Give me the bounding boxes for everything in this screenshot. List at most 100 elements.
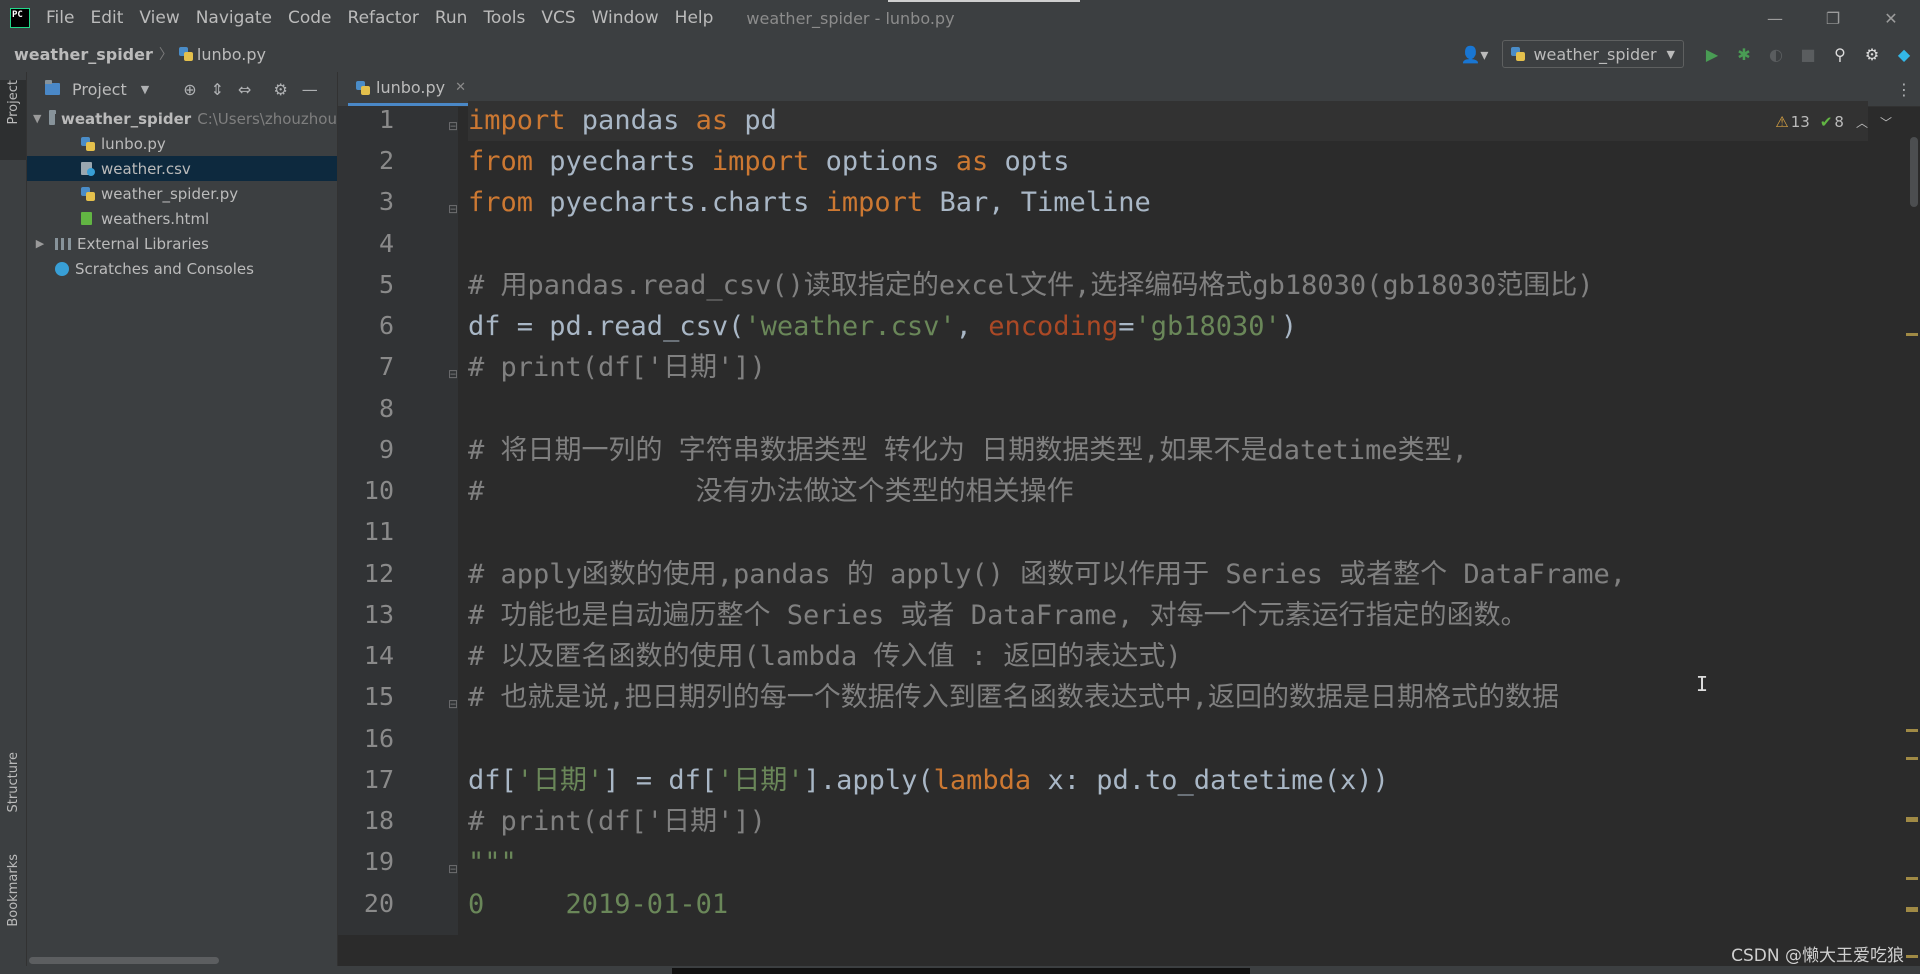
status-bar-segment	[672, 968, 1250, 974]
code-line-6: df = pd.read_csv('weather.csv', encoding…	[468, 307, 1297, 347]
tree-file-label: lunbo.py	[101, 134, 166, 153]
fold-marker-icon[interactable]: ⊟	[448, 697, 458, 711]
more-options-icon[interactable]: ⋮	[1896, 80, 1912, 99]
code-editor[interactable]: 1 2 3 4 5 6 7 8 9 10 11 12 13 14 15 16 1…	[338, 101, 1920, 974]
collapsed-arrow-icon[interactable]: ▶	[33, 237, 47, 250]
tool-tab-structure-label: Structure	[5, 752, 21, 813]
account-icon[interactable]: 👤▾	[1460, 45, 1488, 64]
code-token: '日期'	[516, 765, 604, 796]
tree-file-lunbo-py[interactable]: lunbo.py	[27, 131, 337, 156]
code-token: import	[468, 105, 566, 136]
tree-file-weather-csv[interactable]: weather.csv	[27, 156, 337, 181]
python-file-icon	[81, 186, 95, 201]
hide-panel-icon[interactable]: —	[302, 80, 318, 99]
project-view-icon	[45, 80, 60, 95]
pycharm-logo-icon[interactable]	[10, 8, 30, 28]
title-progress-indicator	[888, 0, 1080, 2]
fold-marker-icon[interactable]: ⊟	[448, 119, 458, 133]
tree-file-weathers-html[interactable]: weathers.html	[27, 206, 337, 231]
locate-file-icon[interactable]: ⊕	[183, 80, 196, 99]
stop-icon[interactable]: ■	[1792, 36, 1824, 72]
tree-file-weather-spider-py[interactable]: weather_spider.py	[27, 181, 337, 206]
run-icon[interactable]: ▶	[1696, 36, 1728, 72]
python-file-icon	[81, 136, 95, 151]
fold-marker-icon[interactable]: ⊟	[448, 367, 458, 381]
mouse-text-cursor-icon: I	[1696, 672, 1709, 696]
code-token: options	[809, 146, 956, 177]
inspection-widget[interactable]: ⚠ 13 ✔ 8 ︿ ﹀	[1775, 113, 1892, 131]
menu-vcs[interactable]: VCS	[533, 8, 583, 28]
breadcrumb-project[interactable]: weather_spider	[14, 45, 153, 64]
tool-tab-bookmarks[interactable]: Bookmarks	[0, 854, 26, 964]
code-area[interactable]: import pandas as pd from pyecharts impor…	[468, 101, 1868, 935]
editor-vertical-scrollbar[interactable]	[1910, 137, 1918, 207]
code-line-1: import pandas as pd	[468, 101, 1868, 141]
tree-scratches[interactable]: Scratches and Consoles	[27, 256, 337, 281]
line-number: 7	[378, 352, 394, 381]
code-line-5: # 用pandas.read_csv()读取指定的excel文件,选择编码格式g…	[468, 270, 1594, 301]
tab-close-icon[interactable]: ✕	[455, 80, 466, 95]
code-line-10: # 没有办法做这个类型的相关操作	[468, 476, 1074, 507]
expanded-arrow-icon[interactable]: ▼	[33, 112, 41, 125]
code-token: pyecharts.charts	[533, 187, 826, 218]
weak-warning-count: 8	[1834, 113, 1844, 131]
jetbrains-toolbox-icon[interactable]: ◆	[1888, 36, 1920, 72]
menu-navigate[interactable]: Navigate	[188, 8, 280, 28]
tree-file-label: weathers.html	[101, 209, 210, 228]
code-token: pyecharts	[533, 146, 712, 177]
error-stripe-mark[interactable]	[1906, 955, 1918, 958]
error-stripe-mark[interactable]	[1906, 819, 1918, 822]
code-line-17: df['日期'] = df['日期'].apply(lambda x: pd.t…	[468, 761, 1389, 801]
menu-help[interactable]: Help	[667, 8, 722, 28]
coverage-icon[interactable]: ◐	[1760, 36, 1792, 72]
menu-code[interactable]: Code	[280, 8, 340, 28]
menu-view[interactable]: View	[131, 8, 187, 28]
line-number: 11	[363, 517, 394, 546]
editor-tab-lunbo-py[interactable]: lunbo.py ✕	[348, 72, 475, 106]
code-line-2: from pyecharts import options as opts	[468, 142, 1070, 182]
collapse-all-icon[interactable]: ⇔	[238, 80, 251, 99]
line-number: 2	[378, 146, 394, 175]
project-panel-header: Project ▼ ⊕ ⇕ ⇔ ⚙ —	[27, 72, 337, 106]
chevron-down-icon: ▼	[1666, 47, 1675, 61]
project-view-selector[interactable]: Project	[72, 80, 127, 99]
debug-icon[interactable]: ✱	[1728, 36, 1760, 72]
fold-marker-icon[interactable]: ⊟	[448, 202, 458, 216]
csdn-watermark: CSDN @懒大王爱吃狼	[1731, 946, 1904, 966]
tree-external-libraries[interactable]: ▶ External Libraries	[27, 231, 337, 256]
scratches-icon	[55, 261, 69, 276]
project-panel-horizontal-scrollbar[interactable]	[29, 957, 219, 964]
expand-all-icon[interactable]: ⇕	[211, 80, 224, 99]
settings-gear-icon[interactable]: ⚙	[1856, 36, 1888, 72]
line-number: 9	[378, 435, 394, 464]
menu-window[interactable]: Window	[584, 8, 667, 28]
menu-refactor[interactable]: Refactor	[340, 8, 427, 28]
tree-root-project[interactable]: ▼ weather_spider C:\Users\zhouzhou	[27, 106, 337, 131]
line-number: 5	[378, 270, 394, 299]
menu-tools[interactable]: Tools	[475, 8, 533, 28]
menu-edit[interactable]: Edit	[82, 8, 131, 28]
previous-highlight-chevron-up-icon[interactable]: ︿	[1856, 114, 1868, 131]
tool-tab-project[interactable]: Project	[0, 80, 26, 160]
run-configuration-selector[interactable]: weather_spider ▼	[1502, 40, 1684, 68]
breadcrumb-file[interactable]: lunbo.py	[197, 45, 266, 64]
panel-settings-gear-icon[interactable]: ⚙	[273, 80, 287, 99]
error-stripe-mark[interactable]	[1906, 909, 1918, 912]
error-stripe-mark[interactable]	[1906, 729, 1918, 732]
menu-file[interactable]: File	[38, 8, 82, 28]
fold-marker-icon[interactable]: ⊟	[448, 862, 458, 876]
error-stripe-mark[interactable]	[1906, 877, 1918, 880]
menu-run[interactable]: Run	[427, 8, 476, 28]
code-token: 'weather.csv'	[744, 311, 956, 342]
next-highlight-chevron-down-icon[interactable]: ﹀	[1880, 114, 1892, 131]
line-number: 6	[378, 311, 394, 340]
error-stripe-mark[interactable]	[1906, 333, 1918, 336]
close-button[interactable]: ✕	[1862, 0, 1920, 36]
code-token: ].apply(	[803, 765, 934, 796]
search-icon[interactable]: ⚲	[1824, 36, 1856, 72]
chevron-down-icon[interactable]: ▼	[141, 83, 149, 96]
restore-button[interactable]: ❐	[1804, 0, 1862, 36]
minimize-button[interactable]: —	[1746, 0, 1804, 36]
error-stripe-mark[interactable]	[1906, 757, 1918, 760]
tool-tab-structure[interactable]: Structure	[0, 752, 26, 842]
